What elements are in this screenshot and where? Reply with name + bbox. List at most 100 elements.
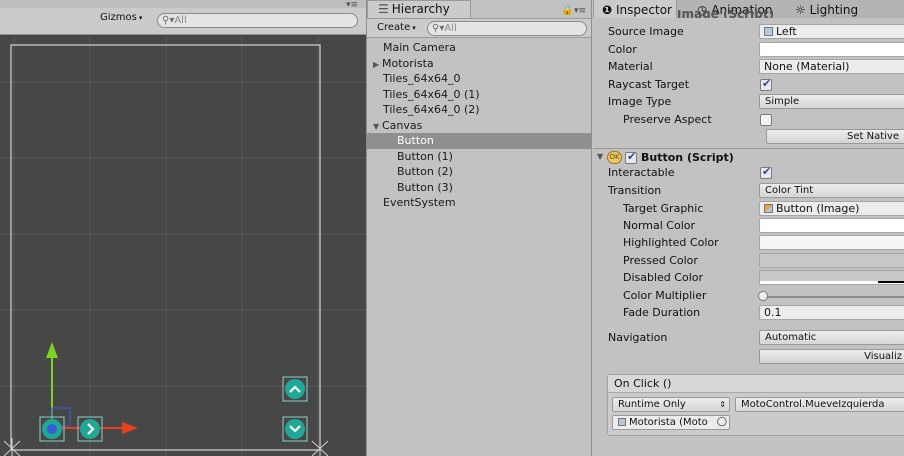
function-value: MotoControl.MueveIzquierda bbox=[741, 399, 885, 410]
image-type-label: Image Type bbox=[608, 95, 672, 108]
image-icon bbox=[764, 204, 773, 213]
hierarchy-item-label: Canvas bbox=[382, 118, 423, 132]
fade-duration-input[interactable]: 0.1 bbox=[759, 305, 904, 320]
collapse-arrow-icon[interactable]: ▼ bbox=[373, 119, 382, 135]
source-image-value: Left bbox=[776, 25, 797, 38]
lock-icon[interactable]: 🔒 bbox=[561, 5, 573, 16]
scene-viewport[interactable] bbox=[0, 36, 366, 456]
scene-button-down[interactable] bbox=[282, 416, 308, 442]
transition-dropdown[interactable]: Color Tint bbox=[759, 183, 904, 198]
scene-search-input[interactable]: ⚲▾All bbox=[157, 13, 358, 28]
hierarchy-item-label: Button (3) bbox=[397, 180, 453, 194]
image-component-title: Image (Script) bbox=[677, 10, 775, 18]
hierarchy-panel: ☰ Hierarchy 🔒 ▾≡ Create ▾ ⚲▾All Main Camer… bbox=[366, 0, 592, 456]
material-field[interactable]: None (Material) bbox=[759, 59, 904, 74]
scene-grid bbox=[0, 36, 366, 456]
visualize-label: Visualiz bbox=[864, 351, 902, 362]
color-field[interactable] bbox=[759, 42, 904, 57]
hierarchy-search-placeholder: All bbox=[444, 23, 457, 34]
hierarchy-item-label: EventSystem bbox=[383, 196, 456, 209]
hierarchy-tab-label: Hierarchy bbox=[391, 2, 450, 16]
hierarchy-panel-menu-icon[interactable]: ▾≡ bbox=[574, 6, 586, 16]
scene-toolbar: Gizmos ▾ ⚲▾All bbox=[0, 8, 366, 35]
navigation-value: Automatic bbox=[765, 332, 817, 343]
hierarchy-item-label: Tiles_64x64_0 (1) bbox=[383, 87, 480, 101]
scene-button-right[interactable] bbox=[77, 416, 103, 442]
runtime-dropdown[interactable]: Runtime Only ⇕ bbox=[612, 397, 730, 412]
hierarchy-item-tiles-0[interactable]: Tiles_64x64_0 bbox=[367, 71, 591, 87]
tab-inspector[interactable]: ❶ Inspector bbox=[593, 0, 677, 18]
source-image-field[interactable]: Left bbox=[759, 24, 904, 39]
lighting-icon: ☼ bbox=[795, 3, 806, 17]
hierarchy-item-main-camera[interactable]: Main Camera bbox=[367, 40, 591, 56]
hierarchy-item-eventsystem[interactable]: EventSystem bbox=[367, 195, 591, 211]
source-image-label: Source Image bbox=[608, 25, 684, 38]
gameobject-icon bbox=[618, 418, 626, 426]
hierarchy-item-button[interactable]: Button bbox=[367, 133, 591, 149]
search-icon: ⚲▾ bbox=[162, 15, 175, 26]
hierarchy-item-motorista[interactable]: ▶ Motorista bbox=[367, 56, 591, 72]
raycast-target-label: Raycast Target bbox=[608, 78, 690, 91]
scene-button-up[interactable] bbox=[282, 376, 308, 402]
target-graphic-field[interactable]: Button (Image) bbox=[759, 201, 904, 216]
hierarchy-item-button-2[interactable]: Button (2) bbox=[367, 164, 591, 180]
scene-button-left[interactable] bbox=[39, 416, 65, 442]
preserve-aspect-checkbox[interactable] bbox=[760, 114, 772, 126]
target-object-field[interactable]: Motorista (Moto ◯ bbox=[612, 415, 730, 430]
transition-value: Color Tint bbox=[765, 185, 814, 196]
hierarchy-item-tiles-1[interactable]: Tiles_64x64_0 (1) bbox=[367, 87, 591, 103]
collapse-arrow-icon[interactable]: ▼ bbox=[597, 152, 603, 161]
set-native-size-button[interactable]: Set Native bbox=[766, 129, 904, 144]
highlighted-color-swatch[interactable] bbox=[759, 235, 904, 250]
gizmos-label: Gizmos bbox=[100, 12, 137, 23]
scene-tab-strip: ▾≡ bbox=[0, 0, 366, 10]
on-click-event-list: On Click () Runtime Only ⇕ MotoControl.M… bbox=[607, 374, 904, 436]
hierarchy-toolbar: Create ▾ ⚲▾All bbox=[367, 18, 591, 38]
color-multiplier-slider[interactable] bbox=[763, 296, 904, 298]
visualize-button[interactable]: Visualiz bbox=[759, 349, 904, 364]
tab-lighting[interactable]: ☼ Lighting bbox=[795, 0, 858, 18]
hierarchy-item-button-1[interactable]: Button (1) bbox=[367, 149, 591, 165]
interactable-checkbox[interactable] bbox=[760, 165, 772, 179]
scene-canvas[interactable] bbox=[0, 36, 366, 456]
color-multiplier-thumb[interactable] bbox=[758, 291, 768, 301]
scene-view[interactable]: ▾≡ Gizmos ▾ ⚲▾All bbox=[0, 0, 366, 456]
y-axis-arrow-icon bbox=[46, 342, 58, 358]
normal-color-swatch[interactable] bbox=[759, 218, 904, 233]
alpha-bar bbox=[878, 281, 904, 283]
hierarchy-item-label: Button (2) bbox=[397, 165, 453, 178]
disabled-color-swatch[interactable] bbox=[759, 270, 904, 285]
fade-duration-label: Fade Duration bbox=[623, 306, 701, 319]
hierarchy-search-input[interactable]: ⚲▾All bbox=[427, 21, 587, 36]
function-dropdown[interactable]: MotoControl.MueveIzquierda bbox=[735, 397, 904, 412]
preserve-aspect-label: Preserve Aspect bbox=[623, 113, 712, 126]
target-graphic-value: Button (Image) bbox=[776, 202, 860, 215]
raycast-target-checkbox[interactable] bbox=[760, 77, 772, 91]
tab-hierarchy[interactable]: ☰ Hierarchy bbox=[367, 0, 471, 18]
hierarchy-item-label: Tiles_64x64_0 bbox=[383, 72, 461, 85]
color-multiplier-label: Color Multiplier bbox=[623, 289, 707, 302]
button-component-enabled-checkbox[interactable] bbox=[625, 150, 637, 164]
create-dropdown[interactable]: Create ▾ bbox=[377, 21, 416, 35]
inspector-panel: ❶ Inspector ◷ Animation ☼ Lighting Image… bbox=[593, 0, 904, 456]
image-type-value: Simple bbox=[765, 96, 800, 107]
image-type-dropdown[interactable]: Simple bbox=[759, 94, 904, 109]
set-native-label: Set Native bbox=[847, 131, 899, 142]
expand-arrow-icon[interactable]: ▶ bbox=[373, 57, 382, 73]
button-component-header[interactable]: ▼ OK Button (Script) bbox=[593, 148, 904, 168]
tab-lighting-label: Lighting bbox=[809, 3, 859, 17]
material-label: Material bbox=[608, 60, 653, 73]
hierarchy-item-canvas[interactable]: ▼ Canvas bbox=[367, 118, 591, 134]
gizmos-dropdown[interactable]: Gizmos ▾ bbox=[100, 11, 142, 25]
disabled-color-label: Disabled Color bbox=[623, 271, 704, 284]
hierarchy-item-button-3[interactable]: Button (3) bbox=[367, 180, 591, 196]
hierarchy-item-label: Button (1) bbox=[397, 149, 453, 163]
create-label: Create bbox=[377, 22, 411, 33]
fade-duration-value: 0.1 bbox=[764, 306, 782, 319]
highlighted-color-label: Highlighted Color bbox=[623, 236, 719, 249]
navigation-dropdown[interactable]: Automatic bbox=[759, 330, 904, 345]
hierarchy-item-label: Button bbox=[397, 134, 434, 147]
hierarchy-item-tiles-2[interactable]: Tiles_64x64_0 (2) bbox=[367, 102, 591, 118]
object-picker-icon[interactable]: ◯ bbox=[717, 416, 727, 429]
pressed-color-swatch[interactable] bbox=[759, 253, 904, 268]
